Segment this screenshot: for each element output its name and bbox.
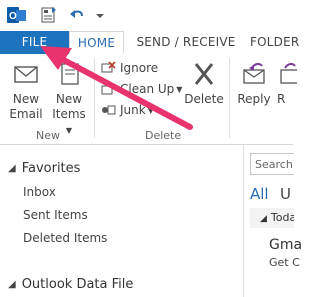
- outlook-logo-icon: O: [6, 4, 28, 26]
- tab-folder[interactable]: FOLDER: [250, 31, 310, 54]
- reply-all-icon: [280, 62, 297, 84]
- folder-pane: ◢ Favorites Inbox Sent Items Deleted Ite…: [0, 145, 243, 297]
- ignore-icon: [100, 60, 116, 76]
- clean-up-label: Clean Up: [120, 82, 175, 96]
- clean-up-button[interactable]: Clean Up ▼: [100, 79, 182, 99]
- delete-x-icon: [194, 63, 214, 85]
- group-separator: [94, 58, 95, 138]
- junk-label: Junk: [120, 103, 146, 117]
- message-subject[interactable]: Get C: [269, 256, 300, 269]
- ribbon-tab-bar: FILE HOME SEND / RECEIVE FOLDER: [0, 31, 299, 55]
- quick-access-toolbar: O: [0, 0, 293, 31]
- new-email-icon: [14, 66, 38, 83]
- ignore-button[interactable]: Ignore: [100, 58, 158, 78]
- data-file-header[interactable]: ◢ Outlook Data File: [8, 277, 133, 292]
- new-email-label-2: Email: [9, 107, 43, 121]
- customize-toolbar-icon[interactable]: [93, 4, 107, 26]
- delete-button[interactable]: Delete: [184, 60, 224, 107]
- data-file-label: Outlook Data File: [21, 277, 134, 292]
- message-list-pane: Search C All U ◢Toda Gma Get C: [243, 145, 302, 297]
- new-items-label-2: Items: [52, 107, 86, 121]
- clean-up-dropdown-icon: ▼: [176, 84, 183, 94]
- new-items-label-1: New: [55, 92, 83, 106]
- favorites-label: Favorites: [21, 161, 81, 176]
- search-input[interactable]: Search C: [250, 153, 294, 175]
- filter-all[interactable]: All: [250, 185, 269, 203]
- collapse-triangle-icon: ◢: [260, 214, 267, 224]
- new-items-dropdown-icon: ▼: [65, 126, 73, 135]
- collapse-triangle-icon: ◢: [8, 163, 16, 174]
- group-header-today[interactable]: ◢ Toda: [250, 208, 294, 228]
- tab-home[interactable]: HOME: [69, 31, 124, 54]
- group-today-label: Toda: [270, 211, 294, 224]
- junk-dropdown-icon: ▼: [147, 105, 154, 115]
- group-label-delete: Delete: [145, 129, 182, 142]
- group-separator: [229, 58, 230, 138]
- message-sender[interactable]: Gma: [269, 237, 302, 253]
- send-receive-all-icon[interactable]: [38, 4, 60, 26]
- collapse-triangle-icon: ◢: [8, 279, 16, 290]
- junk-button[interactable]: Junk ▼: [100, 100, 154, 120]
- favorites-header[interactable]: ◢ Favorites: [8, 161, 80, 176]
- svg-text:O: O: [9, 11, 17, 22]
- folder-item-inbox[interactable]: Inbox: [23, 185, 56, 199]
- ribbon: New Email New Items ▼ New Ignore Clean U…: [0, 54, 297, 145]
- folder-item-deleted-items[interactable]: Deleted Items: [23, 231, 107, 245]
- junk-icon: [100, 102, 116, 118]
- new-email-label-1: New: [12, 92, 40, 106]
- undo-icon[interactable]: [66, 4, 88, 26]
- reply-button[interactable]: Reply: [236, 60, 272, 107]
- reply-all-label: R: [277, 92, 286, 106]
- folder-item-sent-items[interactable]: Sent Items: [23, 208, 88, 222]
- new-items-icon: [61, 63, 79, 85]
- new-items-button[interactable]: New Items ▼: [48, 60, 90, 138]
- reply-label: Reply: [237, 92, 271, 106]
- delete-label: Delete: [184, 92, 224, 106]
- group-label-new: New: [36, 129, 60, 142]
- reply-all-button[interactable]: R: [277, 60, 297, 107]
- tab-file[interactable]: FILE: [0, 31, 69, 54]
- tab-send-receive[interactable]: SEND / RECEIVE: [130, 31, 242, 54]
- filter-unread[interactable]: U: [280, 185, 291, 203]
- ignore-label: Ignore: [120, 61, 159, 75]
- clean-up-icon: [100, 81, 116, 97]
- new-email-button[interactable]: New Email: [6, 60, 46, 122]
- reply-icon: [243, 62, 265, 84]
